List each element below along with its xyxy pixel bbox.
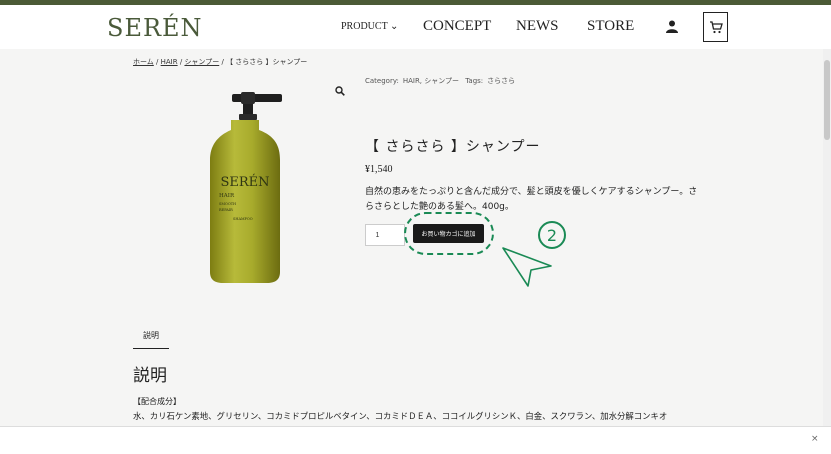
- svg-text:HAIR: HAIR: [219, 193, 235, 199]
- pointer-arrow-icon: [502, 247, 552, 287]
- close-banner-button[interactable]: ×: [811, 434, 819, 444]
- svg-text:SHAMPOO: SHAMPOO: [233, 217, 253, 221]
- tag-link[interactable]: さらさら: [487, 77, 515, 85]
- description-title: 説明: [133, 366, 167, 386]
- svg-text:SMOOTH: SMOOTH: [219, 202, 236, 206]
- site-header: SERÉN PRODUCT ⌄ CONCEPT NEWS STORE: [0, 5, 831, 49]
- breadcrumb-separator: /: [156, 58, 159, 66]
- cart-button[interactable]: [703, 12, 728, 42]
- product-meta: Category: HAIR, シャンプー Tags: さらさら: [365, 76, 519, 86]
- product-description: 自然の恵みをたっぷりと含んだ成分で、髪と頭皮を優しくケアするシャンプー。さらさら…: [365, 187, 698, 212]
- product-image[interactable]: SERÉN HAIR SMOOTH REPAIR SHAMPOO: [205, 90, 285, 285]
- breadcrumb-shampoo[interactable]: シャンプー: [184, 58, 219, 66]
- breadcrumb: ホーム / HAIR / シャンプー / 【 さらさら 】シャンプー: [133, 57, 307, 67]
- category-links[interactable]: HAIR, シャンプー: [403, 77, 459, 85]
- bottom-banner: [0, 426, 831, 454]
- product-price: ¥1,540: [365, 164, 393, 175]
- breadcrumb-home[interactable]: ホーム: [133, 58, 154, 66]
- nav-concept[interactable]: CONCEPT: [423, 18, 491, 35]
- tags-label: Tags:: [465, 77, 484, 85]
- nav-store[interactable]: STORE: [587, 18, 634, 35]
- cart-icon: [709, 20, 723, 33]
- breadcrumb-current: 【 さらさら 】シャンプー: [226, 58, 308, 66]
- breadcrumb-separator: /: [179, 58, 183, 66]
- nav-product[interactable]: PRODUCT ⌄: [341, 21, 398, 32]
- scrollbar-thumb[interactable]: [824, 60, 830, 140]
- svg-text:2: 2: [547, 226, 557, 245]
- ingredients-heading: 【配合成分】: [133, 397, 181, 406]
- svg-text:SERÉN: SERÉN: [220, 174, 269, 190]
- quantity-input[interactable]: [365, 224, 405, 246]
- category-label: Category:: [365, 77, 399, 85]
- add-to-cart-button[interactable]: お買い物カゴに追加: [413, 224, 484, 243]
- zoom-icon[interactable]: [335, 86, 345, 96]
- product-title: 【 さらさら 】シャンプー: [365, 139, 541, 155]
- nav-news[interactable]: NEWS: [516, 18, 559, 35]
- breadcrumb-separator: /: [221, 58, 224, 66]
- breadcrumb-hair[interactable]: HAIR: [161, 58, 178, 66]
- svg-text:REPAIR: REPAIR: [219, 208, 233, 212]
- tab-description[interactable]: 説明: [133, 325, 169, 349]
- site-logo[interactable]: SERÉN: [107, 14, 203, 42]
- ingredients-list: 水、カリ石ケン素地、グリセリン、コカミドプロピルベタイン、コカミドＤＥＡ、ココイ…: [133, 411, 668, 421]
- user-icon[interactable]: [666, 20, 678, 33]
